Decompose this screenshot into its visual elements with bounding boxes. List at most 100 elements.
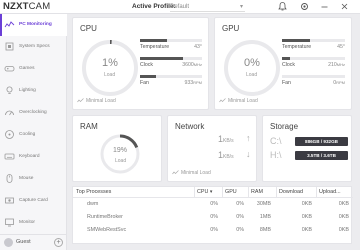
- user-name: Guest: [16, 239, 31, 245]
- process-gpu: 0%: [236, 201, 244, 207]
- user-panel: Guest +: [0, 234, 67, 250]
- cpu-temperature-label: Temperature: [140, 44, 170, 50]
- process-ram: 1MB: [259, 214, 271, 220]
- gpu-title: GPU: [222, 24, 240, 33]
- gpu-clock-bar: [282, 57, 345, 60]
- gpu-card: GPU 0% Load Temperature 45° Clock 210MHz…: [214, 17, 352, 110]
- monitoring-icon: [4, 21, 15, 28]
- column-header-process[interactable]: Top Processes: [73, 187, 194, 198]
- network-card: Network 1KB/s ↑ 1KB/s ↓ Minimal Load: [167, 115, 257, 182]
- network-load-status: Minimal Load: [181, 170, 211, 176]
- column-header-upload[interactable]: Upload...: [316, 187, 353, 198]
- bell-icon[interactable]: [277, 1, 288, 12]
- minimal-load-icon: [77, 98, 84, 103]
- process-download: 0KB: [301, 214, 312, 220]
- sidebar-item-lighting[interactable]: Lighting: [0, 80, 67, 102]
- sidebar-item-label: PC Monitoring: [19, 22, 52, 27]
- ram-load-label: Load: [115, 158, 127, 164]
- process-download: 0KB: [301, 201, 312, 207]
- sidebar-item-system-specs[interactable]: System Specs: [0, 36, 67, 58]
- close-icon[interactable]: [339, 1, 350, 12]
- chevron-down-icon: ▾: [239, 4, 243, 10]
- process-cpu: 0%: [210, 214, 218, 220]
- process-cpu: 0%: [210, 201, 218, 207]
- specs-icon: [5, 42, 14, 51]
- process-cpu: 0%: [210, 227, 218, 233]
- sidebar-item-keyboard[interactable]: Keyboard: [0, 146, 67, 168]
- network-title: Network: [175, 122, 205, 131]
- process-upload: 0KB: [338, 227, 349, 233]
- title-bar: NZXTCAM Active Profile: Default ▾: [0, 0, 360, 14]
- sidebar-item-capture-card[interactable]: Capture Card: [0, 190, 67, 212]
- profile-select-value: Default: [170, 4, 190, 10]
- sidebar-item-overclocking[interactable]: Overclocking: [0, 102, 67, 124]
- cpu-card: CPU 1% Load Temperature 43° Clock 3600MH…: [72, 17, 209, 110]
- cpu-clock-bar: [140, 57, 202, 60]
- network-download-value: 1KB/s: [218, 150, 234, 160]
- process-gpu: 0%: [236, 214, 244, 220]
- keyboard-icon: [4, 153, 15, 160]
- cooling-icon: [5, 130, 14, 139]
- network-upload-value: 1KB/s: [218, 134, 234, 144]
- sidebar-item-monitor[interactable]: Monitor: [0, 212, 67, 234]
- cpu-fan-label: Fan: [140, 80, 149, 86]
- app-logo: NZXTCAM: [3, 1, 51, 12]
- cpu-temperature-bar: [140, 39, 202, 42]
- sidebar-item-cooling[interactable]: Cooling: [0, 124, 67, 146]
- process-ram: 8MB: [259, 227, 271, 233]
- gear-icon[interactable]: [299, 1, 310, 12]
- cpu-load-status: Minimal Load: [86, 98, 116, 104]
- cpu-load-label: Load: [104, 72, 116, 78]
- drive-h-usage[interactable]: 3.5TB / 3.6TB: [295, 151, 348, 160]
- gpu-temperature-value: 45°: [337, 44, 345, 50]
- cpu-clock-value: 3600MHz: [182, 62, 202, 68]
- gpu-temperature-bar: [282, 39, 345, 42]
- sidebar-item-label: Mouse: [19, 176, 34, 181]
- process-name: RuntimeBroker: [87, 214, 123, 220]
- gpu-load-value: 0%: [244, 57, 260, 69]
- gpu-load-status: Minimal Load: [228, 98, 258, 104]
- monitor-icon: [5, 218, 14, 227]
- column-header-download[interactable]: Download: [276, 187, 316, 198]
- gpu-fan-label: Fan: [282, 80, 291, 86]
- cpu-fan-value: 933RPM: [184, 80, 202, 86]
- sidebar-item-label: Keyboard: [19, 154, 40, 159]
- column-header-gpu[interactable]: GPU: [222, 187, 248, 198]
- sidebar-item-label: Games: [19, 66, 35, 71]
- sidebar-item-games[interactable]: Games: [0, 58, 67, 80]
- upload-arrow-icon: ↑: [246, 133, 251, 143]
- sidebar-item-label: Cooling: [19, 132, 36, 137]
- column-header-ram[interactable]: RAM: [248, 187, 276, 198]
- sidebar-item-label: Overclocking: [19, 110, 47, 115]
- cpu-temperature-value: 43°: [194, 44, 202, 50]
- drive-h-letter: H:\: [270, 150, 282, 160]
- minimal-load-icon: [219, 98, 226, 103]
- add-icon[interactable]: +: [54, 238, 63, 247]
- cpu-fan-bar: [140, 75, 202, 78]
- gpu-fan-bar: [282, 75, 345, 78]
- cpu-clock-label: Clock: [140, 62, 153, 68]
- storage-card: Storage C:\ 886GB / 932GB H:\ 3.5TB / 3.…: [262, 115, 352, 182]
- sidebar: PC Monitoring System Specs Games Lightin…: [0, 14, 67, 250]
- sidebar-item-label: Monitor: [19, 220, 35, 225]
- process-upload: 0KB: [338, 201, 349, 207]
- minimize-icon[interactable]: [319, 1, 330, 12]
- cpu-load-value: 1%: [102, 57, 118, 69]
- gpu-clock-label: Clock: [282, 62, 295, 68]
- avatar[interactable]: [4, 238, 13, 247]
- profile-select[interactable]: Default ▾: [170, 2, 245, 12]
- cpu-title: CPU: [80, 24, 97, 33]
- mouse-icon: [6, 174, 13, 183]
- column-header-cpu[interactable]: CPU ▾: [194, 187, 222, 198]
- nzxt-cam-window: NZXTCAM Active Profile: Default ▾ PC Mon…: [0, 0, 360, 250]
- sidebar-item-pc-monitoring[interactable]: PC Monitoring: [0, 14, 67, 36]
- gpu-fan-value: 0RPM: [333, 80, 345, 86]
- games-icon: [4, 66, 15, 72]
- storage-title: Storage: [270, 122, 299, 131]
- sidebar-item-mouse[interactable]: Mouse: [0, 168, 67, 190]
- gpu-clock-value: 210MHz: [328, 62, 345, 68]
- drive-c-letter: C:\: [270, 136, 282, 146]
- ram-load-gauge: [100, 134, 140, 174]
- drive-c-usage[interactable]: 886GB / 932GB: [295, 137, 348, 146]
- sidebar-item-label: Lighting: [19, 88, 36, 93]
